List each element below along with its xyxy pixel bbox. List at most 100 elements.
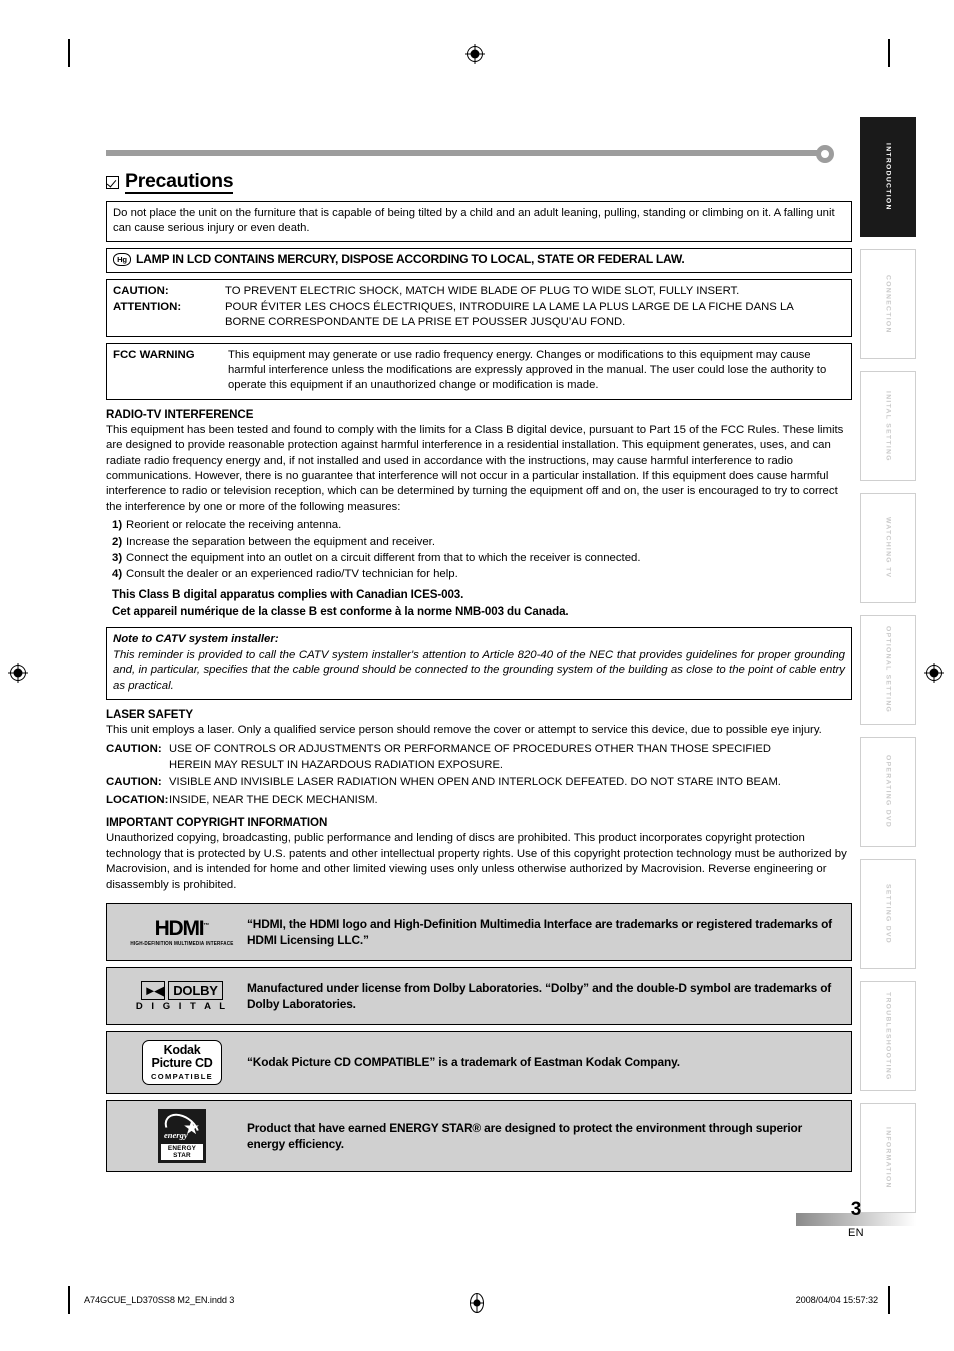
sidebar-item-information[interactable]: INFORMATION (860, 1103, 916, 1213)
dolby-logo-subtitle: D I G I T A L (135, 1000, 229, 1012)
tab-label: CONNECTION (884, 274, 892, 334)
page-number: 3 (850, 1199, 862, 1220)
list-item-number: 1) (112, 519, 123, 532)
dolby-logo-word: DOLBY (168, 980, 223, 1000)
attention-text-fr-line2: BORNE CORRESPONDANTE DE LA PRISE ET POUS… (225, 316, 626, 329)
hdmi-tm-icon: ™ (203, 923, 210, 930)
sidebar-item-inital-setting[interactable]: INITAL SETTING (860, 371, 916, 481)
list-item-number: 4) (112, 567, 123, 580)
kodak-logo-line3: COMPATIBLE (150, 1072, 214, 1082)
tilt-warning-text: Do not place the unit on the furniture t… (113, 207, 835, 235)
dolby-trademark-box: ►◀ DOLBY D I G I T A L Manufactured unde… (106, 967, 852, 1026)
laser-caution-2-label: CAUTION: (106, 776, 162, 789)
laser-caution-1-text: USE OF CONTROLS OR ADJUSTMENTS OR PERFOR… (169, 742, 771, 755)
energy-star-art-icon: ★ energy (161, 1112, 203, 1143)
chapter-tabs: INTRODUCTION CONNECTION INITAL SETTING W… (860, 117, 916, 1225)
hdmi-logo-word: HDMI (154, 917, 205, 941)
sidebar-item-optional-setting[interactable]: OPTIONAL SETTING (860, 615, 916, 725)
fcc-warning-label: FCC WARNING (113, 348, 195, 361)
list-item-text: Connect the equipment into an outlet on … (126, 551, 641, 564)
tab-label: TROUBLESHOOTING (884, 991, 892, 1081)
catv-note-body: This reminder is provided to call the CA… (113, 648, 845, 692)
tab-label: INTRODUCTION (884, 143, 892, 211)
hdmi-trademark-text: “HDMI, the HDMI logo and High-Definition… (247, 916, 832, 948)
caution-label-en: CAUTION: (113, 285, 169, 298)
tab-label: OPTIONAL SETTING (884, 626, 892, 714)
list-item-number: 3) (112, 551, 123, 564)
kodak-logo-line2: Picture CD (151, 1056, 213, 1071)
footer-rule-right (888, 1286, 890, 1314)
kodak-trademark-box: Kodak Picture CD COMPATIBLE “Kodak Pictu… (106, 1031, 852, 1095)
energy-star-script: energy (164, 1130, 188, 1141)
print-footer: A74GCUE_LD370SS8 M2_EN.indd 3 2008/04/04… (0, 1286, 954, 1320)
dolby-trademark-text: Manufactured under license from Dolby La… (247, 980, 832, 1012)
sidebar-item-connection[interactable]: CONNECTION (860, 249, 916, 359)
dolby-double-d-icon: ►◀ (141, 980, 166, 1000)
list-item: 1) Reorient or relocate the receiving an… (106, 517, 852, 533)
energy-star-logo: ★ energy ENERGY STAR (117, 1109, 247, 1164)
laser-safety-heading: LASER SAFETY (106, 708, 194, 722)
sidebar-item-troubleshooting[interactable]: TROUBLESHOOTING (860, 981, 916, 1091)
section-rule (106, 145, 852, 163)
page-number-block: 3 EN (796, 1199, 916, 1239)
energy-star-trademark-box: ★ energy ENERGY STAR Product that have e… (106, 1100, 852, 1173)
fcc-warning-text: This equipment may generate or use radio… (228, 348, 827, 392)
hdmi-logo: HDMI™ HIGH-DEFINITION MULTIMEDIA INTERFA… (117, 918, 247, 946)
mercury-hg-icon: Hg (113, 253, 131, 267)
footer-filename: A74GCUE_LD370SS8 M2_EN.indd 3 (84, 1295, 235, 1305)
registration-mark-right (924, 663, 944, 683)
laser-location-text: INSIDE, NEAR THE DECK MECHANISM. (169, 793, 378, 806)
list-item-number: 2) (112, 535, 123, 548)
copyright-body: Unauthorized copying, broadcasting, publ… (106, 832, 847, 891)
kodak-trademark-text: “Kodak Picture CD COMPATIBLE” is a trade… (247, 1055, 680, 1070)
hdmi-logo-subtitle: HIGH-DEFINITION MULTIMEDIA INTERFACE (130, 940, 234, 947)
mercury-notice-box: Hg LAMP IN LCD CONTAINS MERCURY, DISPOSE… (106, 248, 852, 274)
tab-label: OPERATING DVD (884, 755, 892, 829)
kodak-picture-cd-logo: Kodak Picture CD COMPATIBLE (117, 1040, 247, 1086)
copyright-heading: IMPORTANT COPYRIGHT INFORMATION (106, 816, 328, 830)
manual-page: Precautions Do not place the unit on the… (0, 0, 954, 1351)
dolby-digital-logo: ►◀ DOLBY D I G I T A L (117, 980, 247, 1012)
tilt-warning-box: Do not place the unit on the furniture t… (106, 201, 852, 243)
page-language-code: EN (848, 1227, 864, 1239)
caution-text-en: TO PREVENT ELECTRIC SHOCK, MATCH WIDE BL… (225, 285, 740, 298)
hdmi-trademark-box: HDMI™ HIGH-DEFINITION MULTIMEDIA INTERFA… (106, 903, 852, 962)
laser-caution-1-continuation: HEREIN MAY RESULT IN HAZARDOUS RADIATION… (169, 759, 504, 772)
rule-ring-icon (816, 145, 834, 163)
tab-label: INITAL SETTING (884, 390, 892, 462)
catv-note-box: Note to CATV system installer: This remi… (106, 626, 852, 701)
registration-mark-top (465, 44, 485, 64)
rule-bar (106, 150, 828, 156)
crop-mark-top-right (888, 39, 890, 67)
page-title: Precautions (106, 171, 852, 195)
trademark-boxes: HDMI™ HIGH-DEFINITION MULTIMEDIA INTERFA… (106, 903, 852, 1173)
attention-text-fr-line1: POUR ÉVITER LES CHOCS ÉLECTRIQUES, INTRO… (225, 300, 794, 313)
laser-safety-intro: This unit employs a laser. Only a qualif… (106, 724, 822, 737)
sidebar-item-watching-tv[interactable]: WATCHING TV (860, 493, 916, 603)
list-item: 3) Connect the equipment into an outlet … (106, 550, 852, 566)
radio-tv-measures-list: 1) Reorient or relocate the receiving an… (106, 517, 852, 582)
crop-mark-top-left (68, 39, 70, 67)
registration-mark-left (8, 663, 28, 683)
list-item: 4) Consult the dealer or an experienced … (106, 566, 852, 582)
ices-statement-en: This Class B digital apparatus complies … (112, 588, 464, 602)
mercury-notice-text: LAMP IN LCD CONTAINS MERCURY, DISPOSE AC… (136, 252, 685, 267)
ices-statement-fr: Cet appareil numérique de la classe B es… (112, 604, 569, 618)
laser-caution-1-label: CAUTION: (106, 742, 162, 755)
list-item: 2) Increase the separation between the e… (106, 534, 852, 550)
sidebar-item-introduction[interactable]: INTRODUCTION (860, 117, 916, 237)
footer-registration-mark-icon (470, 1293, 484, 1313)
radio-tv-heading: RADIO-TV INTERFERENCE (106, 407, 254, 421)
caution-attention-box: CAUTION: TO PREVENT ELECTRIC SHOCK, MATC… (106, 279, 852, 337)
list-item-text: Consult the dealer or an experienced rad… (126, 567, 458, 580)
sidebar-item-operating-dvd[interactable]: OPERATING DVD (860, 737, 916, 847)
page-content: Precautions Do not place the unit on the… (106, 145, 852, 1178)
energy-star-band-label: ENERGY STAR (161, 1144, 203, 1161)
energy-star-trademark-text: Product that have earned ENERGY STAR® ar… (247, 1120, 803, 1152)
checked-checkbox-icon (106, 176, 119, 190)
catv-note-heading: Note to CATV system installer: (113, 632, 279, 645)
list-item-text: Increase the separation between the equi… (126, 535, 436, 548)
sidebar-item-setting-dvd[interactable]: SETTING DVD (860, 859, 916, 969)
footer-timestamp: 2008/04/04 15:57:32 (795, 1295, 879, 1305)
tab-label: INFORMATION (884, 1127, 892, 1189)
